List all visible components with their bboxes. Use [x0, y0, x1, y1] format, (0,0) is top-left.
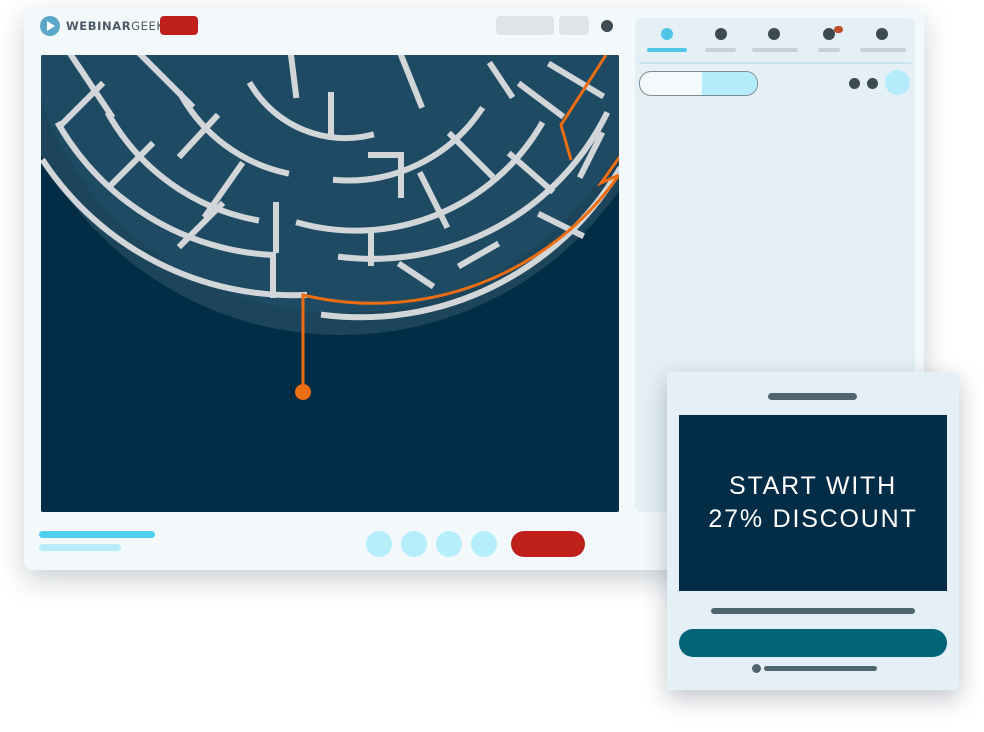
- microphone-button[interactable]: [366, 531, 392, 557]
- presenter-name-line: [39, 531, 155, 538]
- offer-checkbox[interactable]: [752, 664, 761, 673]
- header-button[interactable]: [496, 16, 554, 35]
- toggle-option-right[interactable]: [702, 72, 757, 95]
- play-icon: [40, 16, 60, 36]
- tab-notifications-line: [818, 48, 840, 52]
- panel-option-dot-2[interactable]: [867, 78, 878, 89]
- maze-illustration: [41, 55, 619, 400]
- offer-terms-line: [764, 666, 877, 671]
- tab-attendees[interactable]: [876, 28, 888, 40]
- tab-polls[interactable]: [768, 28, 780, 40]
- panel-option-dot-1[interactable]: [849, 78, 860, 89]
- screen-share-button[interactable]: [436, 531, 462, 557]
- toggle-option-left[interactable]: [640, 72, 702, 95]
- offer-description-line: [711, 608, 915, 614]
- brand-name: WEBINARGEEK: [66, 19, 165, 33]
- brand-logo: WEBINARGEEK: [40, 16, 165, 36]
- tab-chat-underline: [647, 48, 687, 52]
- tab-questions-line: [705, 48, 736, 52]
- live-badge: [160, 16, 198, 35]
- video-player[interactable]: [41, 55, 619, 512]
- panel-divider: [639, 62, 911, 64]
- tab-attendees-line: [860, 48, 906, 52]
- tab-questions[interactable]: [715, 28, 727, 40]
- presenter-subtitle-line: [39, 544, 121, 551]
- offer-title-line: [768, 393, 857, 400]
- offer-cta-button[interactable]: [679, 629, 947, 657]
- camera-button[interactable]: [401, 531, 427, 557]
- panel-action-button[interactable]: [885, 70, 910, 95]
- leave-button[interactable]: [511, 531, 585, 557]
- tab-polls-line: [752, 48, 798, 52]
- notification-badge: [834, 26, 843, 33]
- offer-card: START WITH 27% DISCOUNT: [667, 372, 959, 690]
- offer-headline: START WITH 27% DISCOUNT: [708, 472, 918, 533]
- offer-banner: START WITH 27% DISCOUNT: [679, 415, 947, 591]
- header-small-button[interactable]: [559, 16, 589, 35]
- maze-start-point: [295, 384, 311, 400]
- tab-chat[interactable]: [661, 28, 673, 40]
- user-avatar[interactable]: [601, 20, 613, 32]
- settings-button[interactable]: [471, 531, 497, 557]
- segmented-toggle: [639, 71, 758, 96]
